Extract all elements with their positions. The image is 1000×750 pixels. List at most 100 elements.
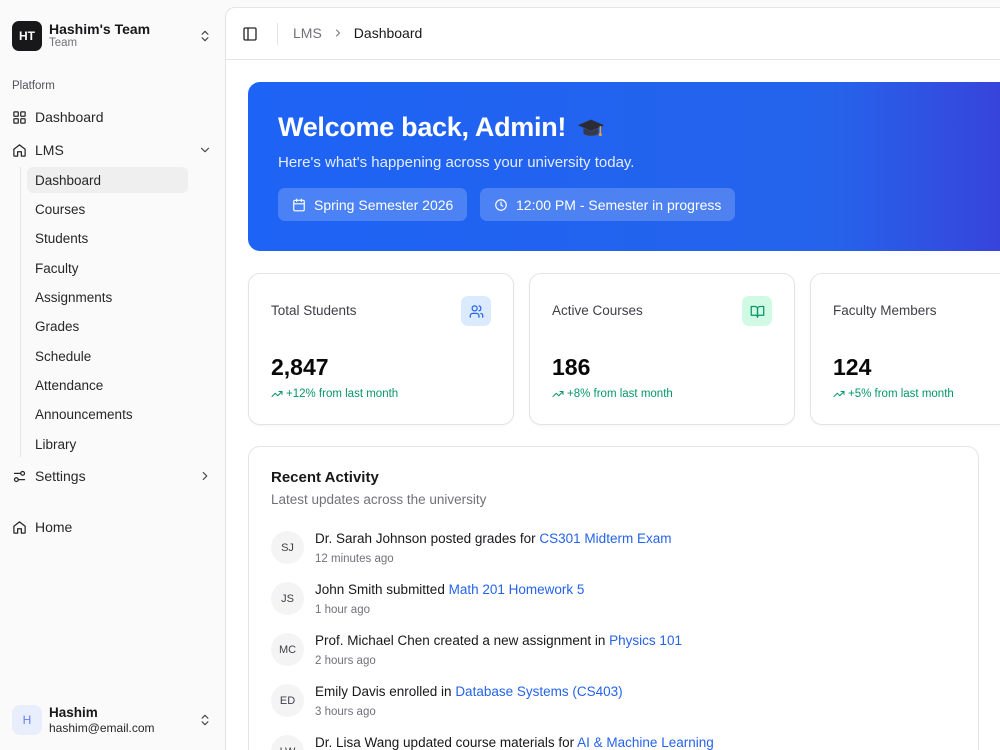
sidebar-item-settings[interactable]: Settings	[12, 464, 212, 488]
house-icon	[12, 520, 27, 535]
avatar: MC	[271, 633, 304, 666]
main-panel: LMS Dashboard Welcome back, Admin! Here'…	[225, 7, 1000, 750]
stat-trend-text: +8% from last month	[567, 388, 673, 400]
sidebar-item-label: Dashboard	[35, 109, 104, 125]
team-logo: HT	[12, 21, 42, 51]
welcome-title-text: Welcome back, Admin!	[278, 112, 567, 142]
activity-target-link[interactable]: CS301 Midterm Exam	[539, 531, 671, 546]
avatar: JS	[271, 582, 304, 615]
submenu-guide-line	[20, 167, 21, 457]
sidebar-subitem-attendance[interactable]: Attendance	[27, 372, 188, 398]
activity-text: Dr. Lisa Wang updated course materials f…	[315, 735, 714, 750]
activity-text: Emily Davis enrolled in Database Systems…	[315, 684, 623, 699]
stat-title: Active Courses	[552, 303, 643, 318]
top-bar: LMS Dashboard	[226, 8, 1000, 60]
chevron-right-icon	[198, 469, 212, 483]
activity-actor: Prof. Michael Chen	[315, 633, 430, 648]
activity-text: Dr. Sarah Johnson posted grades for CS30…	[315, 531, 671, 546]
activity-actor: Dr. Sarah Johnson	[315, 531, 427, 546]
stat-trend: +8% from last month	[552, 388, 673, 400]
sidebar-subitem-grades[interactable]: Grades	[27, 313, 188, 339]
chevron-right-icon	[332, 27, 344, 39]
chevrons-up-down-icon	[198, 29, 212, 43]
welcome-subtitle: Here's what's happening across your univ…	[278, 154, 635, 171]
breadcrumb-current: Dashboard	[353, 25, 423, 41]
activity-action: posted grades for	[426, 531, 540, 546]
list-item: ED Emily Davis enrolled in Database Syste…	[271, 684, 951, 728]
stat-trend: +5% from last month	[833, 388, 954, 400]
sidebar-item-home[interactable]: Home	[12, 515, 212, 539]
team-switcher[interactable]: HT Hashim's Team Team	[12, 20, 212, 52]
avatar: ED	[271, 684, 304, 717]
sidebar-item-label: Home	[35, 519, 73, 535]
activity-text: Prof. Michael Chen created a new assignm…	[315, 633, 682, 648]
chevrons-up-down-icon	[198, 713, 212, 727]
sidebar-subitem-schedule[interactable]: Schedule	[27, 343, 188, 369]
activity-target-link[interactable]: Physics 101	[609, 633, 682, 648]
stat-value: 124	[833, 354, 872, 380]
stat-title: Faculty Members	[833, 303, 937, 318]
activity-title: Recent Activity	[271, 469, 379, 486]
team-name: Hashim's Team	[49, 21, 151, 38]
welcome-title: Welcome back, Admin!	[278, 112, 606, 143]
sidebar-item-dashboard[interactable]: Dashboard	[12, 105, 212, 129]
user-menu[interactable]: H Hashim hashim@email.com	[12, 703, 212, 737]
activity-target-link[interactable]: AI & Machine Learning	[577, 735, 714, 750]
divider	[277, 23, 278, 45]
activity-action: created a new assignment in	[429, 633, 610, 648]
activity-subtitle: Latest updates across the university	[271, 492, 487, 507]
activity-time: 1 hour ago	[315, 604, 370, 616]
calendar-icon	[292, 198, 306, 212]
welcome-banner: Welcome back, Admin! Here's what's happe…	[248, 82, 1000, 251]
list-item: SJ Dr. Sarah Johnson posted grades for CS…	[271, 531, 951, 575]
breadcrumb-parent[interactable]: LMS	[293, 25, 322, 41]
activity-action: enrolled in	[385, 684, 456, 699]
sidebar-toggle-icon[interactable]	[242, 26, 258, 42]
sidebar-subitem-courses[interactable]: Courses	[27, 196, 188, 222]
list-item: JS John Smith submitted Math 201 Homework…	[271, 582, 951, 626]
sidebar-subitem-faculty[interactable]: Faculty	[27, 255, 188, 281]
activity-time: 12 minutes ago	[315, 553, 394, 565]
stat-card-total-students: Total Students 2,847 +12% from last mont…	[248, 273, 514, 425]
sidebar-subitem-dashboard[interactable]: Dashboard	[27, 167, 188, 193]
trending-up-icon	[271, 388, 283, 400]
activity-actor: Dr. Lisa Wang	[315, 735, 400, 750]
recent-activity-card: Recent Activity Latest updates across th…	[248, 446, 979, 750]
team-plan: Team	[49, 37, 78, 50]
breadcrumb: LMS Dashboard	[293, 25, 422, 41]
activity-time: 2 hours ago	[315, 655, 376, 667]
activity-text: John Smith submitted Math 201 Homework 5	[315, 582, 584, 597]
activity-action: submitted	[382, 582, 449, 597]
activity-target-link[interactable]: Database Systems (CS403)	[455, 684, 622, 699]
sidebar: HT Hashim's Team Team Platform Dashboard…	[0, 0, 225, 750]
sidebar-item-label: Settings	[35, 468, 86, 484]
avatar: LW	[271, 735, 304, 750]
sidebar-item-lms[interactable]: LMS	[12, 138, 212, 162]
book-open-icon	[742, 296, 772, 326]
stat-value: 186	[552, 354, 591, 380]
stat-trend-text: +12% from last month	[286, 388, 399, 400]
stat-title: Total Students	[271, 303, 357, 318]
activity-action: updated course materials for	[399, 735, 578, 750]
list-item: LW Dr. Lisa Wang updated course materials…	[271, 735, 951, 750]
sidebar-subitem-assignments[interactable]: Assignments	[27, 284, 188, 310]
chevron-down-icon	[198, 143, 212, 157]
clock-icon	[494, 198, 508, 212]
activity-actor: John Smith	[315, 582, 383, 597]
list-item: MC Prof. Michael Chen created a new assig…	[271, 633, 951, 677]
sidebar-subitem-announcements[interactable]: Announcements	[27, 401, 188, 427]
avatar: SJ	[271, 531, 304, 564]
semester-text: Spring Semester 2026	[314, 196, 454, 213]
semester-badge: Spring Semester 2026	[278, 188, 468, 221]
sidebar-group-label: Platform	[12, 80, 55, 92]
settings-sliders-icon	[12, 469, 27, 484]
users-icon	[461, 296, 491, 326]
sidebar-subitem-students[interactable]: Students	[27, 225, 188, 251]
avatar: H	[12, 705, 42, 735]
stat-trend: +12% from last month	[271, 388, 398, 400]
sidebar-subitem-library[interactable]: Library	[27, 431, 188, 457]
activity-actor: Emily Davis	[315, 684, 386, 699]
stat-trend-text: +5% from last month	[848, 388, 954, 400]
activity-target-link[interactable]: Math 201 Homework 5	[449, 582, 585, 597]
graduation-cap-icon	[576, 113, 606, 143]
